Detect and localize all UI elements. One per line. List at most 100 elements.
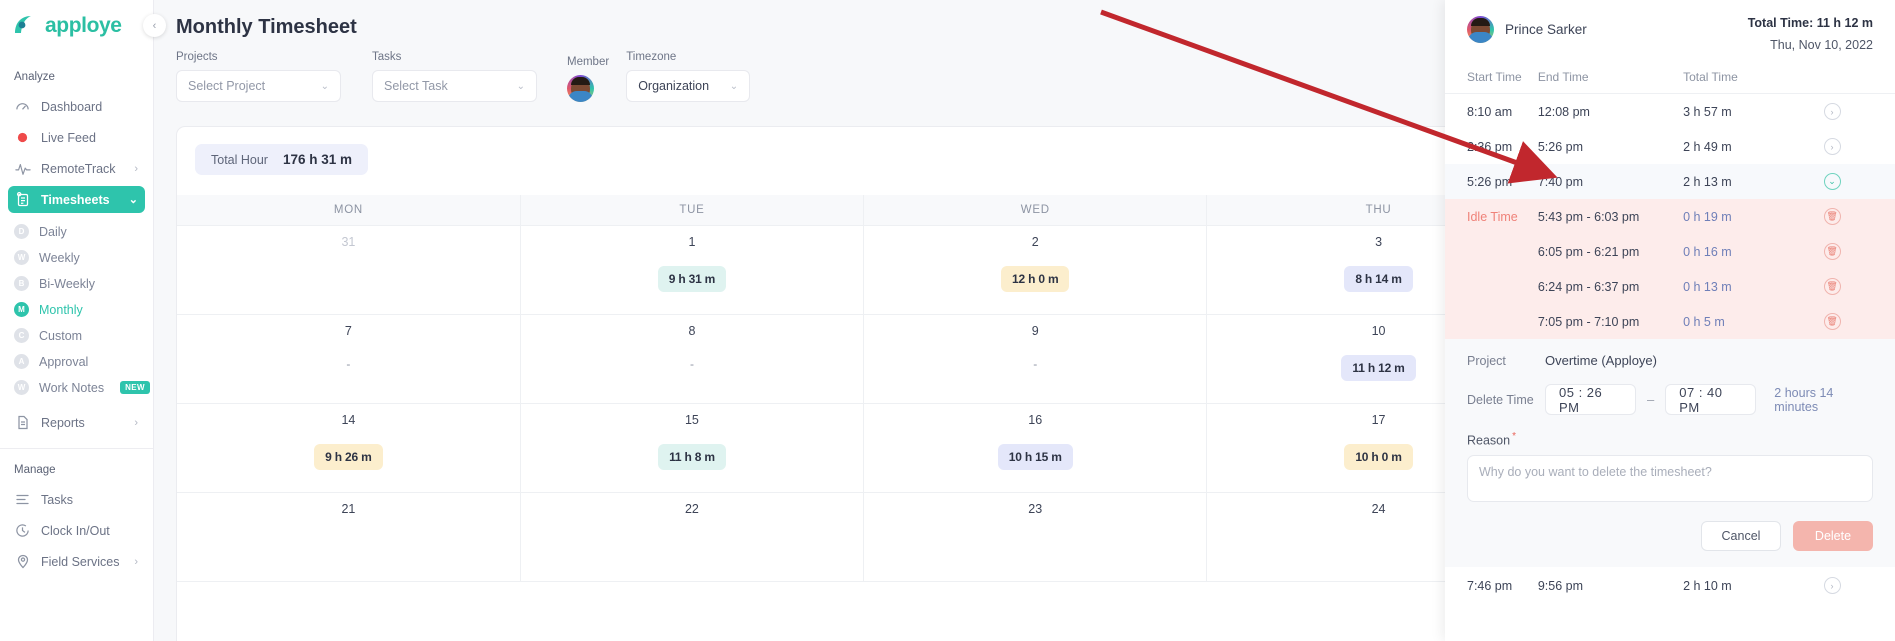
- calendar-day-cell[interactable]: 9-: [863, 314, 1208, 404]
- sidebar-subitem-approval[interactable]: A Approval: [0, 350, 153, 373]
- calendar-day-cell[interactable]: 14 9 h 26 m: [177, 403, 521, 493]
- trash-icon[interactable]: 🗑: [1823, 208, 1841, 225]
- sidebar-subitem-weekly[interactable]: W Weekly: [0, 246, 153, 269]
- total-hour-value: 176 h 31 m: [282, 152, 353, 167]
- table-row[interactable]: 7:46 pm 9:56 pm 2 h 10 m ›: [1445, 567, 1895, 604]
- chevron-down-icon: ⌄: [516, 80, 525, 92]
- sidebar-subitem-custom[interactable]: C Custom: [0, 324, 153, 347]
- panel-column-total: Total Time: [1683, 70, 1824, 94]
- avatar-shirt: [568, 91, 593, 102]
- calendar-hours-pill[interactable]: 10 h 15 m: [997, 443, 1073, 470]
- task-select[interactable]: Select Task ⌄: [372, 70, 537, 102]
- chevron-down-icon: ⌄: [128, 194, 138, 206]
- chevron-right-icon[interactable]: ›: [1823, 577, 1841, 595]
- calendar-day-cell[interactable]: 21: [177, 492, 521, 582]
- sidebar-item-tasks[interactable]: Tasks: [8, 486, 145, 513]
- entry-total: 2 h 10 m: [1683, 578, 1732, 593]
- panel-total-time: Total Time: 11 h 12 m: [1747, 16, 1873, 30]
- delete-button[interactable]: Delete: [1793, 521, 1873, 552]
- sidebar-subitem-daily[interactable]: D Daily: [0, 220, 153, 243]
- table-row[interactable]: 2:36 pm 5:26 pm 2 h 49 m ›: [1445, 129, 1895, 164]
- calendar-day-number: 7: [344, 323, 352, 338]
- sidebar-collapse-button[interactable]: ‹: [143, 14, 166, 37]
- calendar-day-number: 21: [341, 501, 356, 516]
- idle-time-label: [1445, 304, 1538, 339]
- member-filter: Member: [567, 56, 609, 102]
- timezone-select-value: Organization: [638, 79, 710, 93]
- project-select-value: Select Project: [188, 79, 266, 93]
- sidebar-subitem-work-notes[interactable]: W Work Notes NEW: [0, 376, 153, 399]
- calendar-day-cell[interactable]: 23: [863, 492, 1208, 582]
- projects-label: Projects: [176, 51, 218, 63]
- chevron-right-icon[interactable]: ›: [1823, 138, 1841, 155]
- entry-action[interactable]: ›: [1823, 94, 1895, 130]
- calendar-hours-pill[interactable]: 10 h 0 m: [1344, 443, 1413, 470]
- trash-icon[interactable]: 🗑: [1823, 313, 1841, 330]
- calendar-day-cell[interactable]: 7-: [177, 314, 521, 404]
- sidebar-item-clock-in-out[interactable]: Clock In/Out: [8, 517, 145, 544]
- idle-time-action[interactable]: 🗑: [1823, 199, 1895, 234]
- idle-time-row[interactable]: 6:05 pm - 6:21 pm 0 h 16 m 🗑: [1445, 234, 1895, 269]
- calendar-day-cell[interactable]: 8-: [520, 314, 865, 404]
- calendar-day-cell[interactable]: 15 11 h 8 m: [520, 403, 865, 493]
- sidebar-item-timesheets[interactable]: Timesheets ⌄: [8, 186, 145, 213]
- calendar-day-number: 16: [1028, 412, 1043, 427]
- sidebar-item-label: Live Feed: [41, 130, 96, 145]
- sidebar-subitem-bi-weekly[interactable]: B Bi-Weekly: [0, 272, 153, 295]
- calendar-hours-pill[interactable]: 9 h 26 m: [314, 443, 383, 470]
- sidebar-item-reports[interactable]: Reports ›: [8, 409, 145, 436]
- entry-end: 9:56 pm: [1537, 578, 1584, 593]
- calendar-hours-pill[interactable]: 12 h 0 m: [1001, 265, 1070, 292]
- trash-icon[interactable]: 🗑: [1823, 278, 1841, 295]
- entry-total: 2 h 49 m: [1683, 139, 1732, 154]
- calendar-day-cell[interactable]: 1 9 h 31 m: [520, 225, 865, 315]
- timezone-select[interactable]: Organization ⌄: [626, 70, 751, 102]
- calendar-hours-pill[interactable]: 8 h 14 m: [1344, 265, 1413, 292]
- delete-start-time-input[interactable]: 05 : 26 PM: [1545, 384, 1637, 415]
- chevron-right-icon[interactable]: ›: [1823, 103, 1841, 120]
- panel-member-name: Prince Sarker: [1505, 22, 1587, 37]
- sidebar-subitem-label: Custom: [39, 328, 83, 343]
- entry-total: 2 h 13 m: [1683, 164, 1824, 199]
- calendar-day-cell[interactable]: 31: [177, 225, 521, 315]
- delete-end-time-input[interactable]: 07 : 40 PM: [1665, 384, 1757, 415]
- table-row[interactable]: 5:26 pm 7:40 pm 2 h 13 m ⌄: [1445, 164, 1895, 199]
- sidebar-subitem-monthly[interactable]: M Monthly: [0, 298, 153, 321]
- reason-input[interactable]: [1467, 455, 1873, 503]
- member-avatar[interactable]: [567, 75, 594, 102]
- idle-time-action[interactable]: 🗑: [1823, 269, 1895, 304]
- brand-logo[interactable]: apploye: [0, 0, 153, 38]
- sidebar-divider: [0, 448, 153, 449]
- sidebar-item-live-feed[interactable]: Live Feed: [8, 124, 145, 151]
- trash-icon[interactable]: 🗑: [1823, 243, 1841, 260]
- entry-end: 5:26 pm: [1537, 139, 1584, 154]
- calendar-day-cell[interactable]: 16 10 h 15 m: [863, 403, 1208, 493]
- calendar-hours-pill[interactable]: 11 h 12 m: [1341, 354, 1416, 381]
- tasks-filter: Tasks Select Task ⌄: [372, 51, 537, 102]
- table-row[interactable]: 8:10 am 12:08 pm 3 h 57 m ›: [1445, 94, 1895, 130]
- chevron-down-icon[interactable]: ⌄: [1823, 173, 1841, 190]
- idle-time-row[interactable]: 6:24 pm - 6:37 pm 0 h 13 m 🗑: [1445, 269, 1895, 304]
- calendar-day-cell[interactable]: 2 12 h 0 m: [863, 225, 1208, 315]
- sidebar-item-dashboard[interactable]: Dashboard: [8, 93, 145, 120]
- project-select[interactable]: Select Project ⌄: [176, 70, 341, 102]
- idle-time-row[interactable]: Idle Time 5:43 pm - 6:03 pm 0 h 19 m 🗑: [1445, 199, 1895, 234]
- required-asterisk: *: [1512, 431, 1516, 442]
- entry-action[interactable]: ›: [1823, 129, 1895, 164]
- apploye-logo-icon: [13, 15, 39, 37]
- entry-action[interactable]: ›: [1823, 567, 1895, 604]
- sidebar: apploye Analyze Dashboard Live Feed Remo…: [0, 0, 154, 641]
- entry-action[interactable]: ⌄: [1823, 164, 1895, 199]
- idle-time-action[interactable]: 🗑: [1823, 234, 1895, 269]
- panel-summary: Total Time: 11 h 12 m Thu, Nov 10, 2022: [1748, 16, 1873, 52]
- cancel-button[interactable]: Cancel: [1701, 521, 1781, 552]
- timezone-label: Timezone: [626, 51, 677, 63]
- idle-time-action[interactable]: 🗑: [1823, 304, 1895, 339]
- idle-time-row[interactable]: 7:05 pm - 7:10 pm 0 h 5 m 🗑: [1445, 304, 1895, 339]
- calendar-hours-pill[interactable]: 9 h 31 m: [657, 265, 727, 292]
- sidebar-item-remotetrack[interactable]: RemoteTrack ›: [8, 155, 145, 182]
- calendar-hours-pill[interactable]: 11 h 8 m: [658, 443, 726, 470]
- calendar-day-cell[interactable]: 22: [520, 492, 865, 582]
- calendar-column-wed: WED: [863, 195, 1208, 226]
- sidebar-item-field-services[interactable]: Field Services ›: [8, 548, 145, 575]
